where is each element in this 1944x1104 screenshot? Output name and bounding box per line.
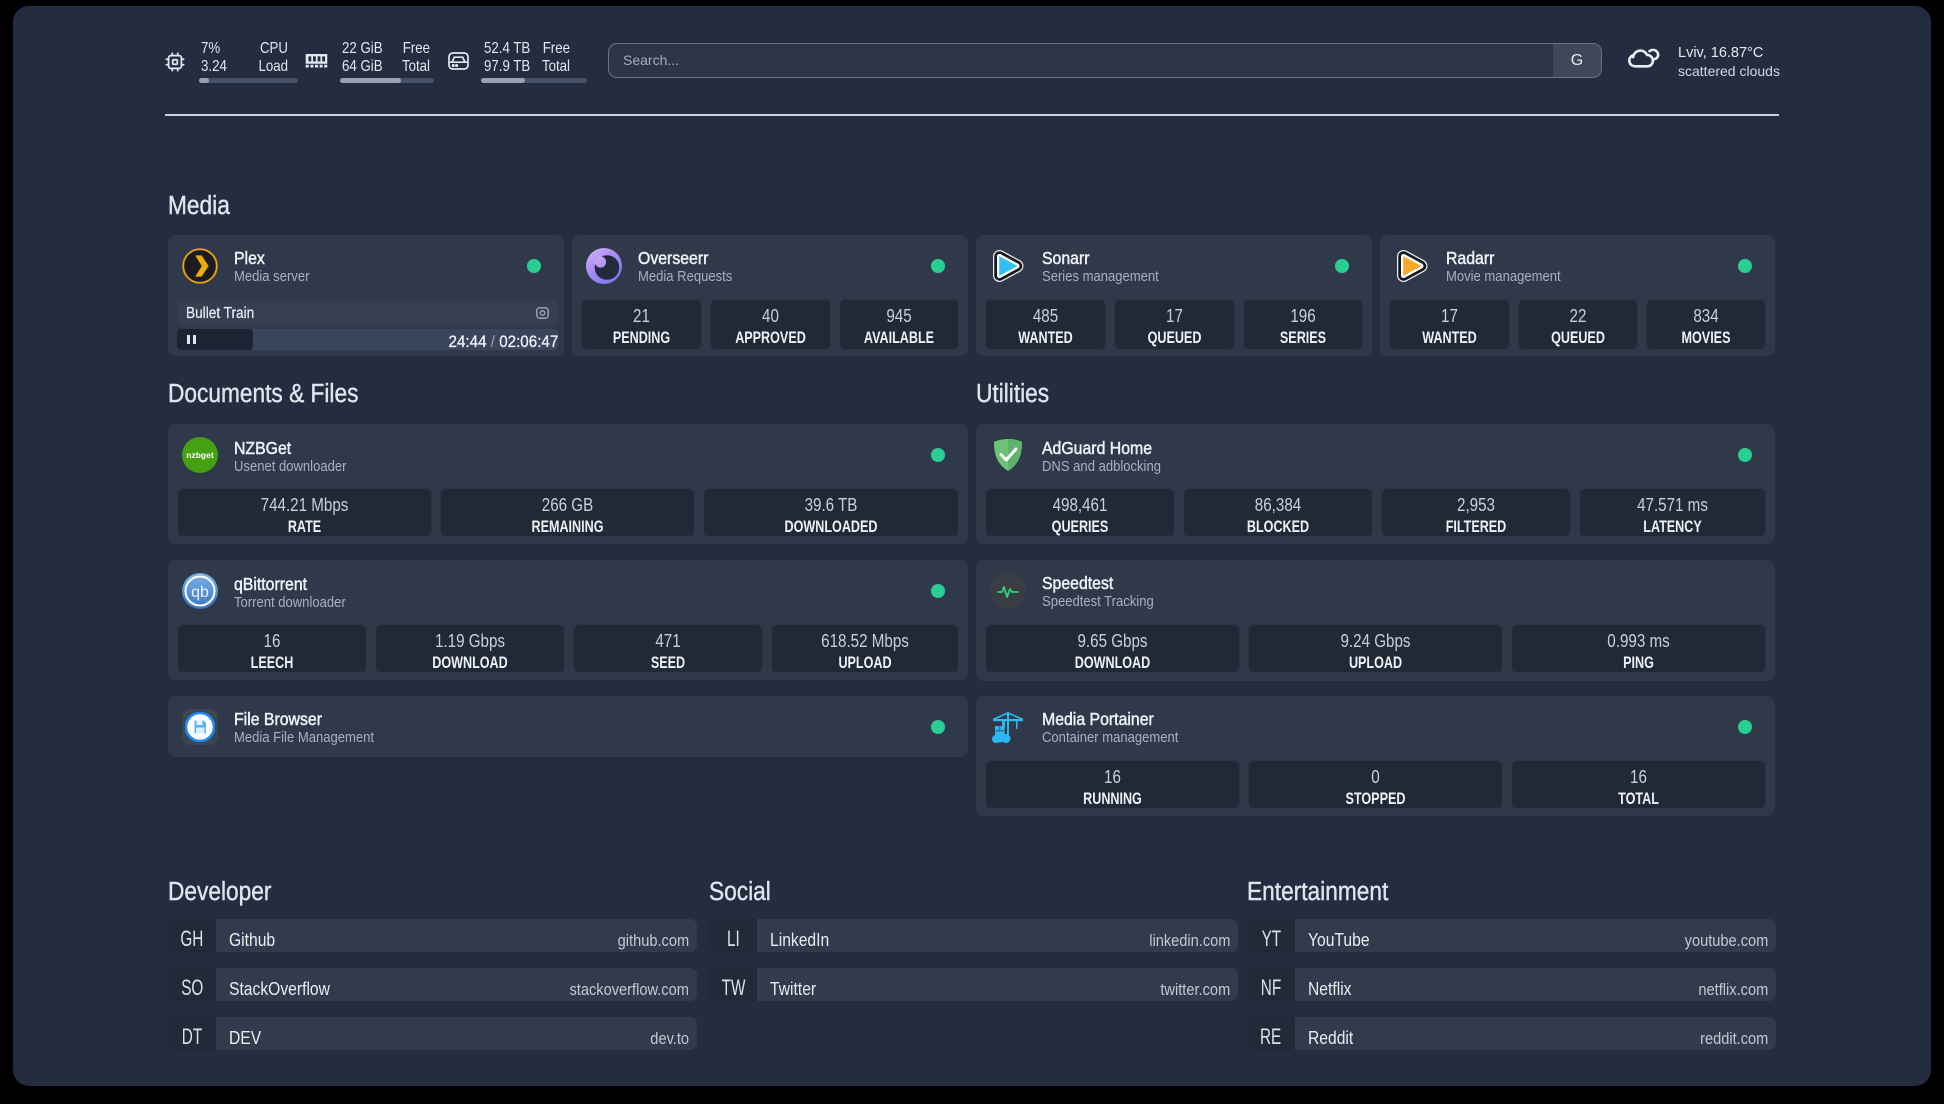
svg-text:qb: qb [191, 584, 209, 601]
svg-text:nzbget: nzbget [186, 450, 214, 460]
